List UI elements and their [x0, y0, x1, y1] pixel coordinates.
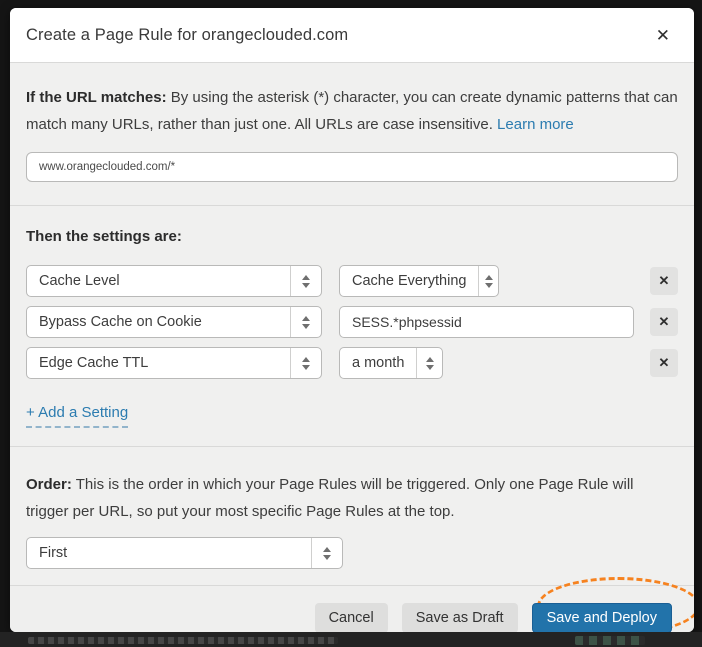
cancel-button[interactable]: Cancel [315, 603, 388, 632]
setting-type-value: Bypass Cache on Cookie [27, 314, 290, 330]
page-title: Create a Page Rule for orangeclouded.com [26, 26, 348, 45]
setting-value: a month [340, 355, 416, 371]
settings-heading: Then the settings are: [26, 228, 678, 245]
save-as-draft-button[interactable]: Save as Draft [402, 603, 518, 632]
order-help-text: This is the order in which your Page Rul… [26, 476, 634, 520]
dimmed-background: Create a Page Rule for orangeclouded.com… [0, 0, 702, 647]
chevron-updown-icon [478, 266, 498, 296]
add-setting-link[interactable]: + Add a Setting [26, 404, 128, 428]
setting-row-cache-level: Cache Level Cache Everything ✕ [26, 265, 678, 297]
setting-type-value: Cache Level [27, 273, 290, 289]
create-page-rule-modal: Create a Page Rule for orangeclouded.com… [10, 8, 694, 632]
url-match-section: If the URL matches: By using the asteris… [10, 62, 694, 205]
settings-rows: Cache Level Cache Everything ✕ Bypass Ca… [26, 265, 678, 379]
close-icon[interactable]: ✕ [652, 23, 674, 48]
background-page-strip [0, 632, 702, 647]
setting-row-bypass-cache: Bypass Cache on Cookie ✕ [26, 306, 678, 338]
order-section: Order: This is the order in which your P… [10, 446, 694, 585]
chevron-updown-icon [290, 348, 321, 378]
setting-value-select[interactable]: a month [339, 347, 443, 379]
background-statusbar-smudge [28, 637, 338, 644]
save-and-deploy-button[interactable]: Save and Deploy [532, 603, 672, 632]
chevron-updown-icon [311, 538, 342, 568]
setting-value-select[interactable]: Cache Everything [339, 265, 499, 297]
setting-type-select[interactable]: Cache Level [26, 265, 322, 297]
setting-type-select[interactable]: Edge Cache TTL [26, 347, 322, 379]
settings-section: Then the settings are: Cache Level Cache… [10, 205, 694, 446]
chevron-updown-icon [416, 348, 442, 378]
modal-footer: Cancel Save as Draft Save and Deploy [10, 585, 694, 632]
order-value: First [27, 545, 311, 561]
order-select[interactable]: First [26, 537, 343, 569]
remove-setting-icon[interactable]: ✕ [650, 267, 678, 295]
url-match-label: If the URL matches: [26, 89, 167, 106]
background-player-smudge [575, 636, 645, 645]
cookie-pattern-input[interactable] [339, 306, 634, 338]
setting-value: Cache Everything [340, 273, 478, 289]
setting-row-edge-cache-ttl: Edge Cache TTL a month ✕ [26, 347, 678, 379]
order-label: Order: [26, 476, 72, 493]
chevron-updown-icon [290, 266, 321, 296]
setting-type-select[interactable]: Bypass Cache on Cookie [26, 306, 322, 338]
remove-setting-icon[interactable]: ✕ [650, 308, 678, 336]
chevron-updown-icon [290, 307, 321, 337]
setting-type-value: Edge Cache TTL [27, 355, 290, 371]
url-pattern-input[interactable] [26, 152, 678, 182]
remove-setting-icon[interactable]: ✕ [650, 349, 678, 377]
url-match-description: If the URL matches: By using the asteris… [26, 84, 678, 138]
order-description: Order: This is the order in which your P… [26, 471, 678, 525]
modal-header: Create a Page Rule for orangeclouded.com… [10, 8, 694, 62]
learn-more-link[interactable]: Learn more [497, 116, 574, 133]
